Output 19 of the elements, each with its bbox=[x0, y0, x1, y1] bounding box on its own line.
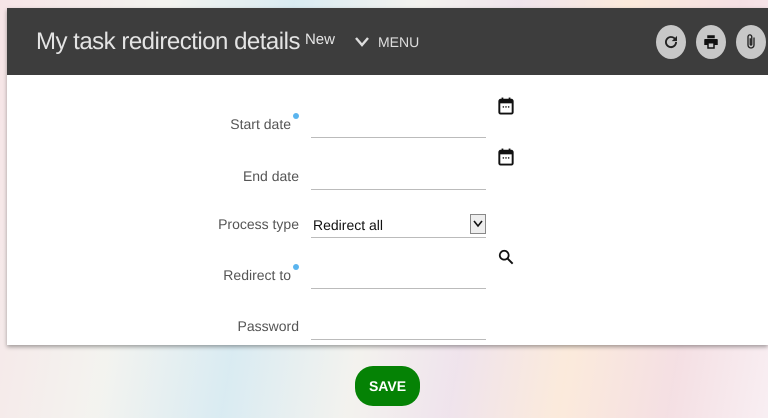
save-button[interactable]: SAVE bbox=[354, 366, 420, 406]
field-label: Start date bbox=[230, 116, 291, 132]
search-icon[interactable] bbox=[498, 248, 514, 264]
process-type-select[interactable]: Redirect all bbox=[311, 212, 486, 238]
menu-button[interactable]: MENU bbox=[354, 34, 420, 50]
printer-button[interactable] bbox=[696, 24, 726, 58]
dropdown-caret-icon[interactable] bbox=[470, 214, 486, 234]
chevron-down-icon[interactable] bbox=[354, 36, 369, 46]
field-label: Process type bbox=[218, 216, 299, 232]
calendar-icon[interactable] bbox=[498, 96, 514, 114]
refresh-button[interactable] bbox=[656, 24, 686, 58]
field-label: End date bbox=[242, 168, 299, 184]
status-label: New bbox=[304, 31, 335, 48]
page-title: My task redirection details bbox=[36, 28, 300, 56]
field-label: Password bbox=[238, 318, 299, 334]
printer-icon bbox=[702, 32, 720, 50]
field-label: Redirect to bbox=[223, 267, 291, 283]
calendar-icon[interactable] bbox=[498, 148, 514, 166]
paperclip-button[interactable] bbox=[736, 24, 766, 58]
